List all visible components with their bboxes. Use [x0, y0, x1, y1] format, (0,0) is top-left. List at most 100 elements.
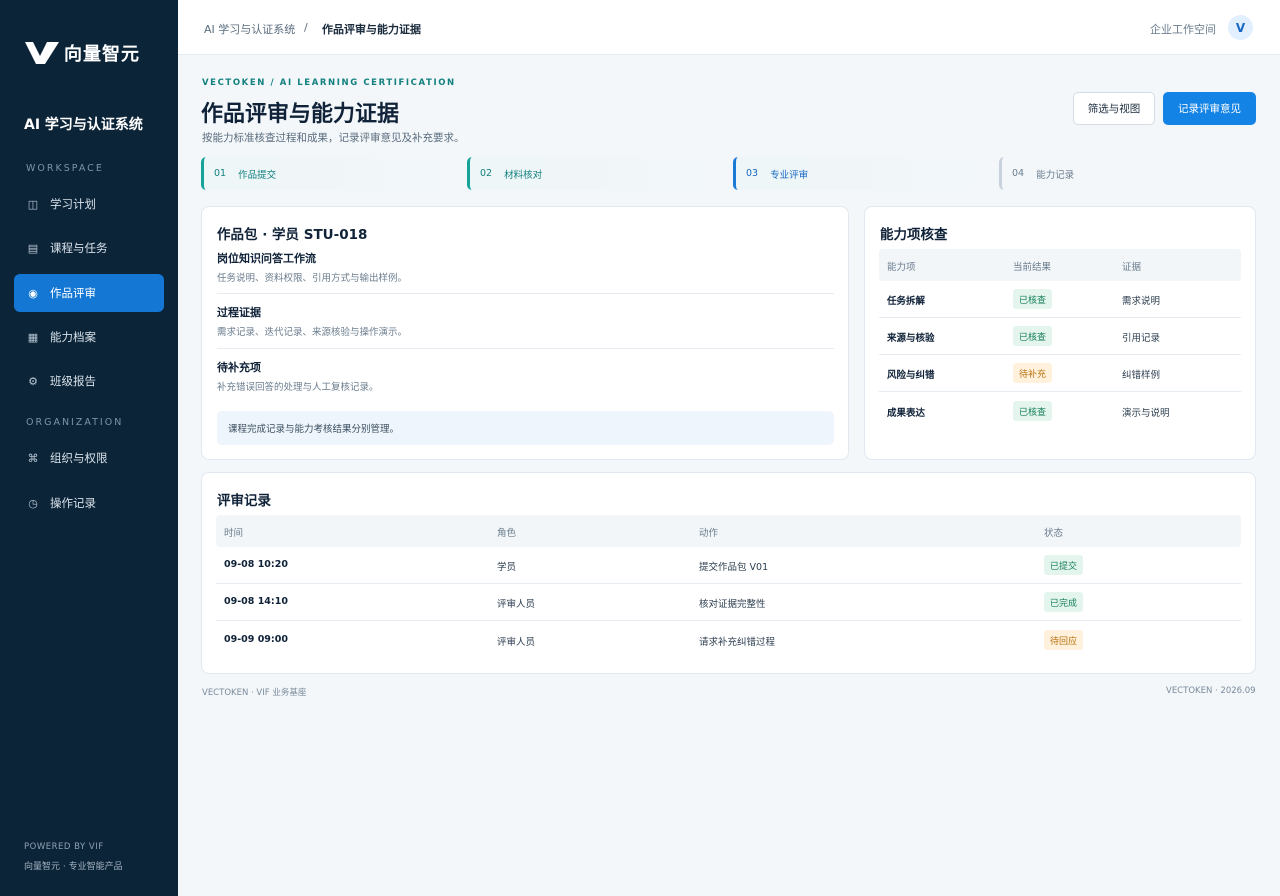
divider [217, 293, 834, 294]
sidebar-item-label: 组织与权限 [50, 451, 108, 465]
sidebar-footer-brand: 向量智元 · 专业智能产品 [24, 862, 123, 872]
table-row[interactable]: 风险与纠错 待补充 纠错样例 [879, 355, 1241, 392]
ability-evidence: 需求说明 [1122, 296, 1161, 307]
system-title: AI 学习与认证系统 [24, 117, 143, 133]
package-item-title: 待补充项 [217, 361, 261, 374]
review-action: 核对证据完整性 [699, 599, 766, 610]
status-badge: 已提交 [1044, 555, 1084, 575]
grid-icon: ▦ [27, 330, 39, 344]
ability-name: 来源与核验 [887, 333, 935, 344]
logo-icon [25, 42, 59, 64]
workspace-section-label: WORKSPACE [26, 163, 104, 174]
record-review-button[interactable]: 记录评审意见 [1163, 92, 1256, 125]
sidebar-item-label: 操作记录 [50, 496, 96, 510]
table-row[interactable]: 09-09 09:00 评审人员 请求补充纠错过程 待回应 [216, 622, 1241, 659]
package-item-desc: 需求记录、迭代记录、来源核验与操作演示。 [217, 327, 408, 338]
breadcrumb-separator: / [304, 21, 308, 34]
gear-icon: ⚙ [28, 374, 38, 388]
dot-icon: ◉ [28, 286, 38, 300]
filter-view-button[interactable]: 筛选与视图 [1073, 92, 1155, 125]
brand-name: 向量智元 [64, 44, 140, 65]
step-verify[interactable]: 02 材料核对 [467, 157, 727, 190]
step-submit[interactable]: 01 作品提交 [201, 157, 461, 190]
ability-evidence: 引用记录 [1122, 333, 1161, 344]
ability-check-title: 能力项核查 [880, 227, 948, 243]
table-row[interactable]: 09-08 10:20 学员 提交作品包 V01 已提交 [216, 547, 1241, 584]
ability-name: 任务拆解 [887, 296, 926, 307]
package-item-desc: 任务说明、资料权限、引用方式与输出样例。 [217, 273, 408, 284]
sidebar-item-work-review[interactable]: ◉ 作品评审 [14, 274, 164, 312]
step-label: 能力记录 [1036, 169, 1075, 181]
sidebar-item-ability-profile[interactable]: ▦ 能力档案 [14, 318, 164, 356]
sidebar-item-study-plan[interactable]: ◫ 学习计划 [14, 185, 164, 223]
table-row[interactable]: 任务拆解 已核查 需求说明 [879, 281, 1241, 318]
list-icon: ▤ [27, 241, 39, 255]
column-header: 时间 [224, 528, 244, 539]
review-role: 学员 [497, 562, 517, 573]
package-card: 作品包 · 学员 STU-018 岗位知识问答工作流 任务说明、资料权限、引用方… [201, 206, 849, 460]
table-row[interactable]: 09-08 14:10 评审人员 核对证据完整性 已完成 [216, 584, 1241, 621]
step-label: 专业评审 [770, 169, 809, 181]
status-badge: 已完成 [1044, 592, 1084, 612]
package-item-title: 岗位知识问答工作流 [217, 252, 316, 265]
review-action: 请求补充纠错过程 [699, 637, 776, 648]
review-table-header: 时间 角色 动作 状态 [216, 515, 1241, 547]
step-review[interactable]: 03 专业评审 [733, 157, 993, 190]
column-header: 角色 [497, 528, 517, 539]
review-record-title: 评审记录 [217, 493, 271, 509]
review-action: 提交作品包 V01 [699, 562, 769, 573]
step-number: 02 [480, 168, 493, 179]
ability-evidence: 演示与说明 [1122, 408, 1170, 419]
breadcrumb-root[interactable]: AI 学习与认证系统 [204, 21, 295, 37]
column-header: 动作 [699, 528, 719, 539]
column-header: 能力项 [887, 262, 916, 273]
avatar[interactable]: V [1228, 15, 1253, 40]
column-header: 当前结果 [1013, 262, 1052, 273]
sidebar: 向量智元 AI 学习与认证系统 WORKSPACE ◫ 学习计划 ▤ 课程与任务… [0, 0, 178, 896]
breadcrumb-current: 作品评审与能力证据 [322, 23, 421, 36]
step-number: 01 [214, 168, 227, 179]
review-role: 评审人员 [497, 637, 536, 648]
review-time: 09-09 09:00 [224, 634, 288, 645]
sidebar-item-class-report[interactable]: ⚙ 班级报告 [14, 362, 164, 400]
step-label: 作品提交 [238, 169, 277, 181]
brand-logo[interactable]: 向量智元 [24, 40, 140, 66]
sidebar-item-org-permissions[interactable]: ⌘ 组织与权限 [14, 439, 164, 477]
workspace-switcher[interactable]: 企业工作空间 [1150, 21, 1216, 37]
clock-icon: ◷ [28, 496, 38, 510]
sidebar-item-label: 作品评审 [50, 286, 96, 300]
review-role: 评审人员 [497, 599, 536, 610]
sidebar-item-label: 课程与任务 [50, 241, 108, 255]
ability-check-card: 能力项核查 能力项 当前结果 证据 任务拆解 已核查 需求说明 来源与核验 已核… [864, 206, 1256, 460]
sidebar-footer-powered: POWERED BY VIF [24, 842, 104, 852]
ability-evidence: 纠错样例 [1122, 370, 1161, 381]
top-bar: AI 学习与认证系统 / 作品评审与能力证据 企业工作空间 V [178, 0, 1280, 55]
ability-name: 风险与纠错 [887, 370, 935, 381]
organization-section-label: ORGANIZATION [26, 417, 124, 428]
sidebar-item-courses[interactable]: ▤ 课程与任务 [14, 229, 164, 267]
page-footer-left: VECTOKEN · VIF 业务基座 [202, 688, 307, 698]
page-title: 作品评审与能力证据 [201, 102, 400, 127]
column-header: 证据 [1122, 262, 1142, 273]
columns-icon: ◫ [27, 197, 39, 211]
package-title: 作品包 · 学员 STU-018 [217, 227, 368, 243]
review-record-card: 评审记录 时间 角色 动作 状态 09-08 10:20 学员 提交作品包 V0… [201, 472, 1256, 674]
page-footer-right: VECTOKEN · 2026.09 [1166, 686, 1256, 696]
package-item-title: 过程证据 [217, 306, 261, 319]
page-subtitle: 按能力标准核查过程和成果，记录评审意见及补充要求。 [202, 132, 465, 144]
step-number: 03 [746, 168, 759, 179]
ability-table-header: 能力项 当前结果 证据 [879, 249, 1241, 281]
review-time: 09-08 14:10 [224, 596, 288, 607]
step-label: 材料核对 [504, 169, 543, 181]
sidebar-item-label: 学习计划 [50, 197, 96, 211]
step-record[interactable]: 04 能力记录 [999, 157, 1259, 190]
status-badge: 待回应 [1044, 630, 1084, 650]
table-row[interactable]: 成果表达 已核查 演示与说明 [879, 393, 1241, 430]
sidebar-item-operation-log[interactable]: ◷ 操作记录 [14, 484, 164, 522]
ability-name: 成果表达 [887, 408, 926, 419]
review-time: 09-08 10:20 [224, 559, 288, 570]
column-header: 状态 [1044, 528, 1064, 539]
table-row[interactable]: 来源与核验 已核查 引用记录 [879, 318, 1241, 355]
status-badge: 已核查 [1013, 401, 1053, 421]
status-badge: 已核查 [1013, 289, 1053, 309]
